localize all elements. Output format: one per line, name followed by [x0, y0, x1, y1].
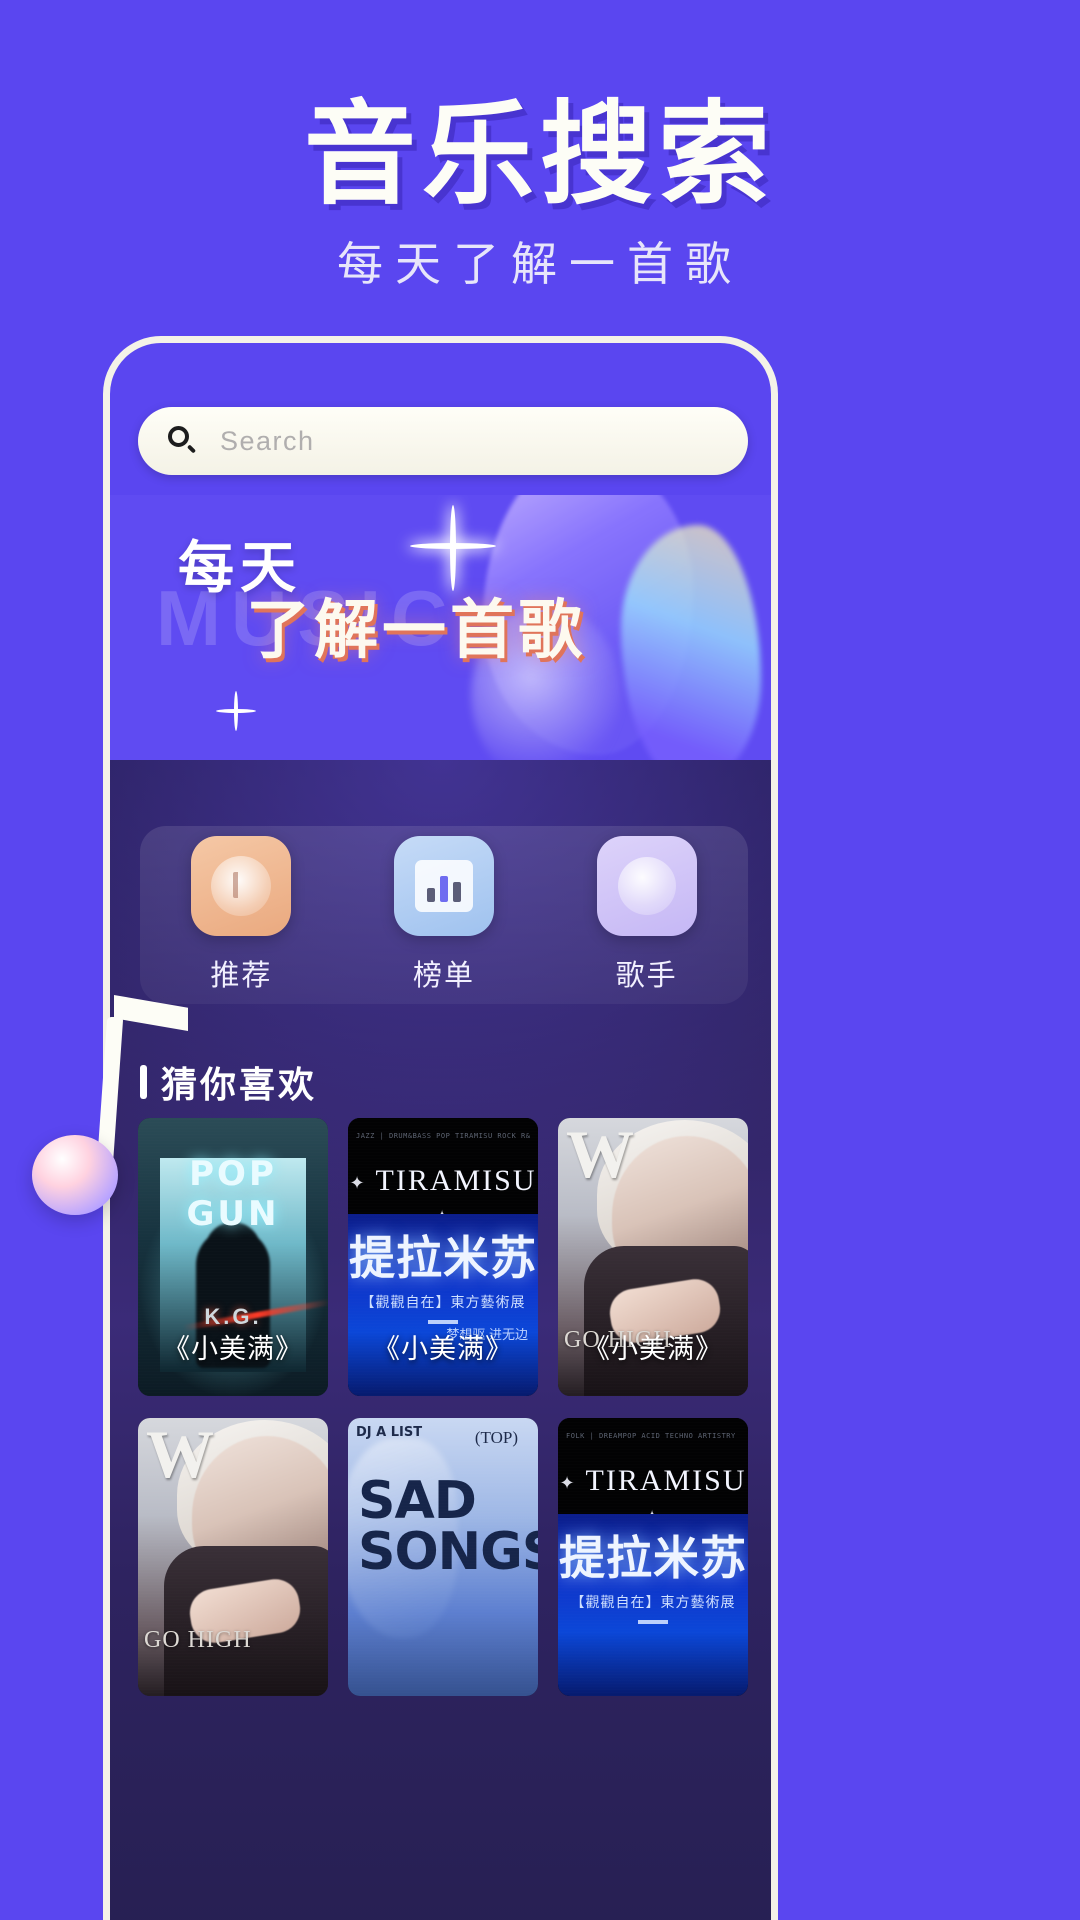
artwork-title-cn: 提拉米苏: [349, 1232, 537, 1284]
page-title: 音乐搜索: [304, 92, 776, 217]
artwork-subtitle: 【觀觀自在】東方藝術展: [360, 1294, 526, 1310]
music-note-icon: [191, 836, 292, 936]
sparkle-icon: [216, 709, 256, 713]
category-label: 榜单: [412, 960, 475, 992]
album-card[interactable]: DJ A LIST (TOP) SAD SONGS: [348, 1418, 538, 1696]
category-item-ranking[interactable]: 榜单: [369, 836, 519, 994]
microphone-icon: [596, 836, 697, 936]
search-input[interactable]: Search: [220, 426, 315, 457]
artwork-subtitle: 【觀觀自在】東方藝術展: [570, 1594, 736, 1610]
artwork-tag: DJ A LIST: [356, 1425, 423, 1440]
album-title: 《小美满》: [583, 1334, 723, 1364]
album-card[interactable]: W GO HIGH 《小美满》: [558, 1118, 748, 1396]
album-artwork: DJ A LIST (TOP) SAD SONGS: [348, 1418, 538, 1696]
category-item-recommend[interactable]: 推荐: [166, 836, 316, 994]
artwork-title: SAD SONGS: [358, 1471, 538, 1582]
promo-screen: 音乐搜索 每天了解一首歌 Search MUSIC 每天 了解一首歌 推荐 榜单…: [0, 0, 1080, 1920]
search-icon: [168, 426, 198, 456]
artwork-title: W: [566, 1118, 634, 1192]
album-artwork: W GO HIGH: [138, 1418, 328, 1696]
hero-banner[interactable]: MUSIC 每天 了解一首歌: [110, 495, 771, 760]
content-area: 推荐 榜单 歌手 猜你喜欢 POP GUN K.G. 《小美满》 JAZZ | …: [110, 760, 771, 1920]
artwork-microtext: JAZZ | DRUM&BASS POP TIRAMISU ROCK R&B L…: [356, 1132, 530, 1140]
category-item-artist[interactable]: 歌手: [572, 836, 722, 994]
recommend-grid: POP GUN K.G. 《小美满》 JAZZ | DRUM&BASS POP …: [138, 1118, 752, 1696]
artwork-title-cn: 提拉米苏: [559, 1532, 747, 1584]
artwork-subtitle: (TOP): [474, 1428, 518, 1447]
album-title: 《小美满》: [163, 1334, 303, 1364]
bar-chart-icon: [393, 836, 494, 936]
artwork-title: W: [146, 1418, 214, 1492]
album-title: 《小美满》: [373, 1334, 513, 1364]
album-card[interactable]: FOLK | DREAMPOP ACID TECHNO ARTISTRY FRE…: [558, 1418, 748, 1696]
album-card[interactable]: JAZZ | DRUM&BASS POP TIRAMISU ROCK R&B L…: [348, 1118, 538, 1396]
category-label: 推荐: [210, 960, 273, 992]
category-shortcuts: 推荐 榜单 歌手: [140, 826, 748, 1004]
artwork-microtext: FOLK | DREAMPOP ACID TECHNO ARTISTRY FRE…: [566, 1432, 740, 1440]
artwork-subtitle: GO HIGH: [144, 1626, 252, 1653]
search-bar[interactable]: Search: [138, 407, 748, 475]
page-subtitle: 每天了解一首歌: [337, 238, 743, 290]
sparkle-icon: [410, 543, 496, 549]
album-card[interactable]: W GO HIGH: [138, 1418, 328, 1696]
banner-line-2: 了解一首歌: [246, 594, 586, 666]
music-note-decoration: [32, 995, 212, 1215]
category-label: 歌手: [615, 960, 678, 992]
album-artwork: FOLK | DREAMPOP ACID TECHNO ARTISTRY FRE…: [558, 1418, 748, 1696]
